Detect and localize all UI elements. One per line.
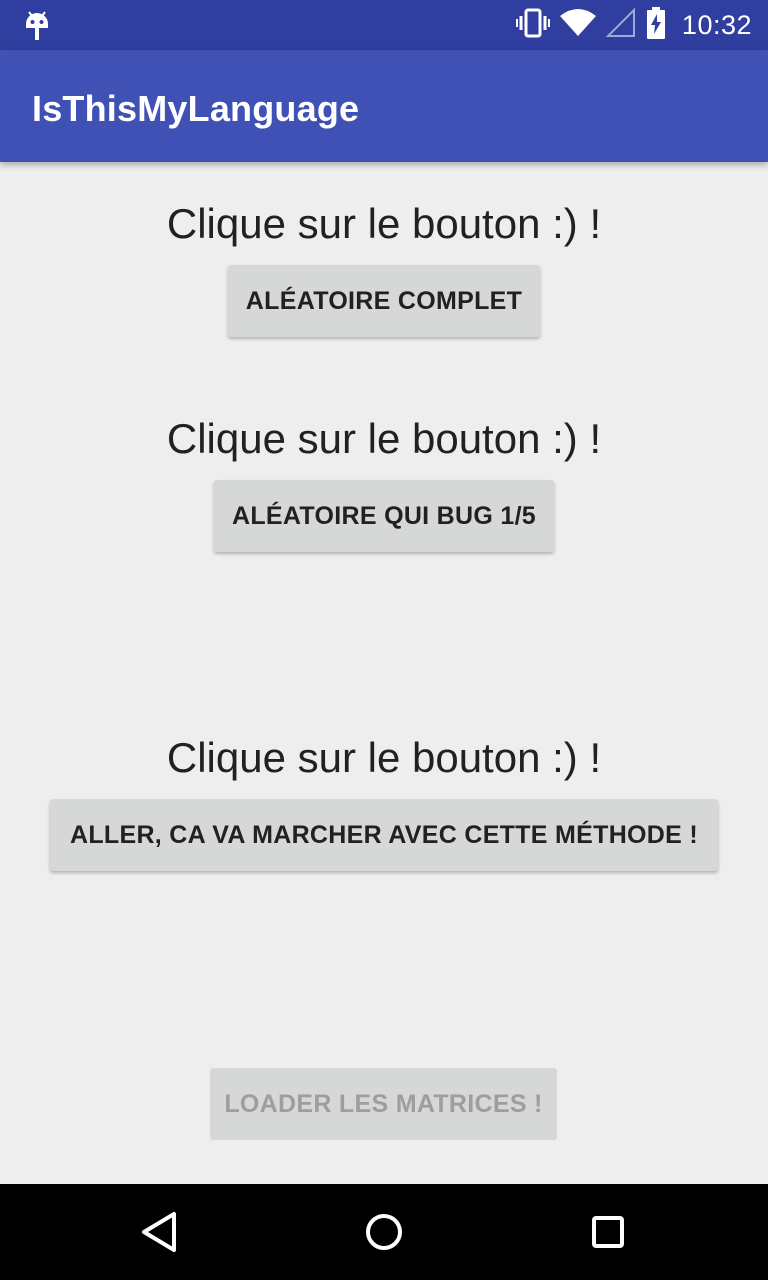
- random-complete-button[interactable]: Aléatoire complet: [228, 265, 540, 337]
- navigation-bar: [0, 1184, 768, 1280]
- prompt-text-2: Clique sur le bouton :) !: [166, 415, 602, 462]
- recents-icon[interactable]: [584, 1208, 632, 1256]
- prompt-text-3: Clique sur le bouton :) !: [166, 734, 602, 781]
- random-buggy-button[interactable]: Aléatoire qui bug 1/5: [214, 480, 554, 552]
- battery-charging-icon: [646, 6, 666, 44]
- app-title: IsThisMyLanguage: [32, 88, 360, 129]
- signal-icon: [605, 7, 636, 43]
- app-bar: IsThisMyLanguage: [0, 50, 768, 162]
- android-debug-icon: [22, 8, 52, 42]
- back-icon[interactable]: [136, 1208, 184, 1256]
- vibrate-icon: [515, 8, 550, 43]
- prompt-text-1: Clique sur le bouton :) !: [166, 200, 602, 247]
- method-button[interactable]: Aller, ca va marcher avec cette méthode …: [50, 799, 718, 871]
- status-icons: 10:32: [515, 0, 752, 50]
- status-time: 10:32: [681, 9, 752, 40]
- screen: 10:32 IsThisMyLanguage Clique sur le bou…: [0, 0, 768, 1280]
- wifi-icon: [559, 8, 596, 43]
- home-icon[interactable]: [360, 1208, 408, 1256]
- status-bar: 10:32: [0, 0, 768, 50]
- load-matrices-button[interactable]: Loader les matrices !: [210, 1068, 557, 1140]
